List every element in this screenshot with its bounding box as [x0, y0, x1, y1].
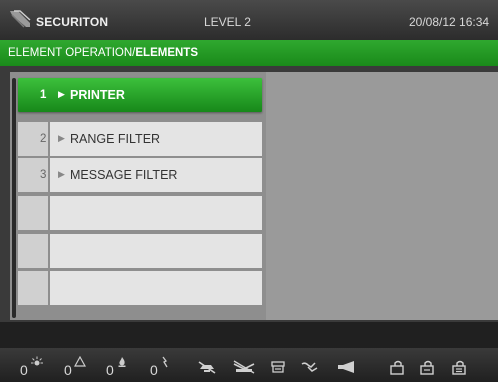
access-level: LEVEL 2: [204, 15, 251, 29]
footer-strip: [0, 322, 498, 348]
fire-count: 0: [106, 362, 114, 378]
warning-count: 0: [64, 362, 72, 378]
fault-counter[interactable]: 0: [150, 348, 180, 382]
fault-count: 0: [150, 362, 158, 378]
zone-off-icon[interactable]: [232, 360, 256, 374]
fault-icon: [162, 356, 168, 368]
alarm-count: 0: [20, 362, 28, 378]
list-scrollbar[interactable]: [12, 78, 16, 318]
play-arrow-icon: ▶: [58, 89, 65, 99]
alarm-counter[interactable]: 0: [20, 348, 50, 382]
list-item-label: PRINTER: [70, 88, 125, 102]
main-content: 1 ▶ PRINTER 2 ▶ RANGE FILTER 3 ▶ MESSAGE…: [0, 66, 498, 322]
play-arrow-icon: ▶: [58, 133, 65, 143]
detail-panel: [266, 72, 498, 320]
list-item-label: RANGE FILTER: [70, 132, 161, 146]
play-arrow-icon: ▶: [58, 169, 65, 179]
lock-icon-3[interactable]: [450, 360, 468, 376]
list-item[interactable]: [18, 234, 262, 268]
horn-icon[interactable]: [336, 360, 358, 374]
list-item[interactable]: 2 ▶ RANGE FILTER: [18, 122, 262, 156]
securiton-logo-icon: [10, 10, 31, 28]
status-bar: 0 0 0 0: [0, 348, 498, 382]
breadcrumb-parent: ELEMENT OPERATION/: [8, 47, 136, 59]
fire-icon: [118, 357, 126, 367]
list-item[interactable]: [18, 271, 262, 305]
brand-name: SECURITON: [36, 15, 109, 29]
warning-counter[interactable]: 0: [64, 348, 94, 382]
alarm-icon: [31, 356, 43, 366]
lock-icon-1[interactable]: [388, 360, 406, 376]
warning-icon: [74, 356, 86, 367]
list-item-number: 1: [40, 89, 47, 101]
fire-counter[interactable]: 0: [106, 348, 136, 382]
device-icon[interactable]: [270, 360, 286, 374]
datetime: 20/08/12 16:34: [409, 15, 490, 29]
list-item[interactable]: [18, 196, 262, 230]
list-item[interactable]: 3 ▶ MESSAGE FILTER: [18, 158, 262, 192]
breadcrumb-current: ELEMENTS: [135, 47, 199, 59]
list-item-number: 2: [40, 133, 47, 145]
breadcrumb: ELEMENT OPERATION/ELEMENTS: [0, 40, 498, 66]
output-icon[interactable]: [300, 360, 320, 374]
list-item[interactable]: 1 ▶ PRINTER: [18, 78, 262, 112]
list-item-number: 3: [40, 169, 47, 181]
title-bar: SECURITON LEVEL 2 20/08/12 16:34: [0, 0, 498, 40]
lock-icon-2[interactable]: [418, 360, 436, 376]
detector-off-icon[interactable]: [196, 360, 218, 374]
list-item-label: MESSAGE FILTER: [70, 168, 178, 182]
